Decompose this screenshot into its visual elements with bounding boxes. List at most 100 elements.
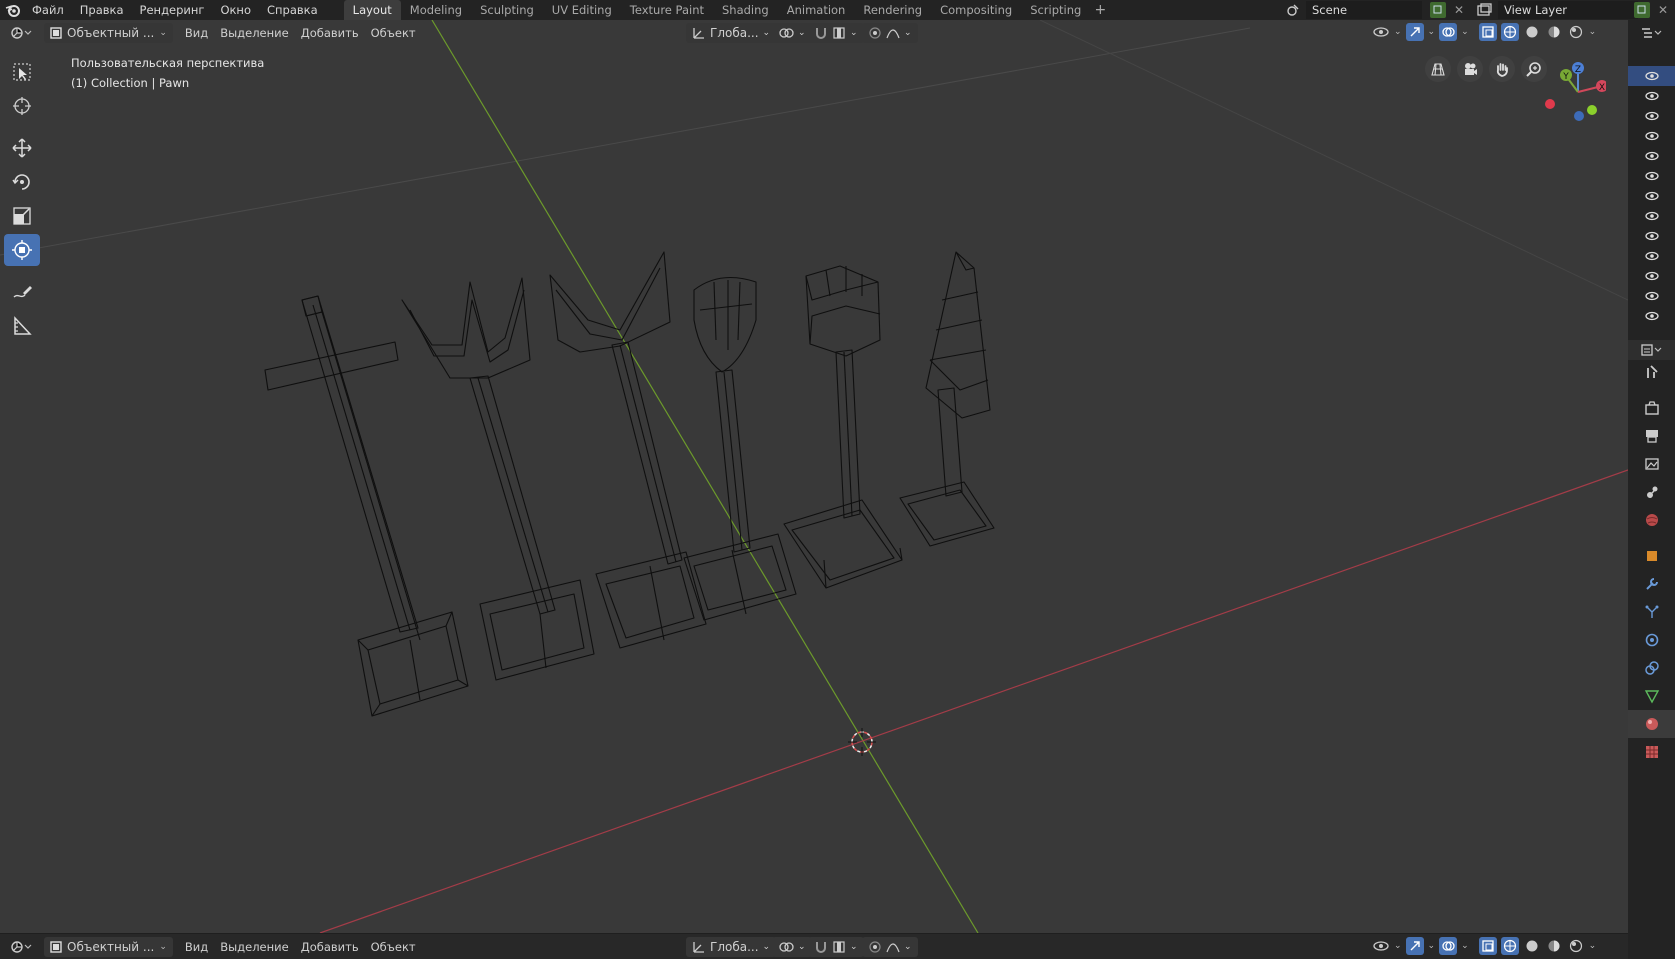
pivot-selector[interactable]: ⌄ (772, 937, 812, 957)
output-properties-tab[interactable] (1628, 422, 1675, 450)
menu-window[interactable]: Окно (212, 0, 259, 20)
proportional-edit-toggle[interactable]: ⌄ (862, 23, 918, 43)
constraint-properties-tab[interactable] (1628, 654, 1675, 682)
orientation-selector[interactable]: Глоба... ⌄ (686, 937, 777, 957)
menu-help[interactable]: Справка (259, 0, 326, 20)
mode-selector[interactable]: Объектный ... ⌄ (44, 23, 173, 43)
visibility-filter-icon[interactable] (1372, 23, 1390, 41)
blender-logo-icon[interactable] (2, 0, 24, 20)
solid-shading-icon[interactable] (1523, 937, 1541, 955)
delete-view-layer-icon[interactable]: ✕ (1654, 1, 1672, 19)
overlays-toggle-icon[interactable] (1439, 937, 1458, 955)
snap-toggle[interactable]: ⌄ (808, 937, 864, 957)
visibility-filter-icon[interactable] (1372, 937, 1390, 955)
xray-toggle-icon[interactable] (1478, 937, 1497, 955)
tab-scripting[interactable]: Scripting (1021, 0, 1090, 20)
orientation-selector[interactable]: Глоба... ⌄ (686, 23, 777, 43)
menu-render[interactable]: Рендеринг (132, 0, 213, 20)
scene-properties-tab[interactable] (1628, 478, 1675, 506)
modifier-properties-tab[interactable] (1628, 570, 1675, 598)
snap-toggle[interactable]: ⌄ (808, 23, 864, 43)
tab-rendering[interactable]: Rendering (854, 0, 931, 20)
rotate-tool[interactable] (4, 166, 40, 198)
menu-add[interactable]: Добавить (295, 23, 365, 43)
view-layer-properties-tab[interactable] (1628, 450, 1675, 478)
viewport-canvas[interactable] (0, 20, 1628, 933)
menu-edit[interactable]: Правка (72, 0, 132, 20)
tab-uv-editing[interactable]: UV Editing (543, 0, 621, 20)
gizmo-toggle-icon[interactable] (1405, 23, 1424, 41)
particle-properties-tab[interactable] (1628, 598, 1675, 626)
outliner-editor-button[interactable] (1636, 22, 1668, 44)
new-scene-icon[interactable] (1430, 2, 1446, 18)
annotate-tool[interactable] (4, 276, 40, 308)
tab-compositing[interactable]: Compositing (931, 0, 1021, 20)
view-layer-selector[interactable]: View Layer ✕ (1474, 0, 1674, 20)
add-workspace-button[interactable]: + (1090, 0, 1110, 20)
menu-object[interactable]: Объект (365, 23, 422, 43)
tab-modeling[interactable]: Modeling (401, 0, 471, 20)
visibility-eye-icon[interactable] (1628, 106, 1675, 126)
scale-tool[interactable] (4, 200, 40, 232)
visibility-eye-icon[interactable] (1628, 246, 1675, 266)
data-properties-tab[interactable] (1628, 682, 1675, 710)
visibility-eye-icon[interactable] (1628, 66, 1675, 86)
transform-tool[interactable] (4, 234, 40, 266)
tab-shading[interactable]: Shading (713, 0, 778, 20)
toggle-perspective-button[interactable] (1425, 56, 1451, 82)
texture-properties-tab[interactable] (1628, 738, 1675, 766)
material-shading-icon[interactable] (1545, 23, 1563, 41)
visibility-eye-icon[interactable] (1628, 186, 1675, 206)
new-view-layer-icon[interactable] (1634, 2, 1650, 18)
mode-selector[interactable]: Объектный ... ⌄ (44, 936, 173, 957)
pan-view-button[interactable] (1489, 56, 1515, 82)
xray-toggle-icon[interactable] (1478, 23, 1497, 41)
menu-object[interactable]: Объект (365, 937, 422, 957)
visibility-eye-icon[interactable] (1628, 146, 1675, 166)
object-properties-tab[interactable] (1628, 542, 1675, 570)
scene-name[interactable]: Scene (1306, 1, 1422, 19)
render-properties-tab[interactable] (1628, 394, 1675, 422)
editor-type-button[interactable] (4, 23, 38, 43)
measure-tool[interactable] (4, 310, 40, 342)
menu-select[interactable]: Выделение (214, 23, 295, 43)
menu-add[interactable]: Добавить (295, 937, 365, 957)
visibility-eye-icon[interactable] (1628, 266, 1675, 286)
material-shading-icon[interactable] (1545, 937, 1563, 955)
properties-editor-button[interactable] (1628, 340, 1675, 360)
cursor-tool[interactable] (4, 90, 40, 122)
3d-viewport[interactable]: Пользовательская перспектива (1) Collect… (0, 20, 1628, 933)
tab-texture-paint[interactable]: Texture Paint (621, 0, 713, 20)
pivot-selector[interactable]: ⌄ (772, 23, 812, 43)
menu-view[interactable]: Вид (179, 937, 214, 957)
editor-type-button[interactable] (4, 937, 38, 957)
camera-view-button[interactable] (1457, 56, 1483, 82)
rendered-shading-icon[interactable] (1567, 23, 1585, 41)
delete-scene-icon[interactable]: ✕ (1450, 1, 1468, 19)
rendered-shading-icon[interactable] (1567, 937, 1585, 955)
proportional-edit-toggle[interactable]: ⌄ (862, 937, 918, 957)
material-properties-tab[interactable] (1628, 710, 1675, 738)
visibility-eye-icon[interactable] (1628, 126, 1675, 146)
tab-animation[interactable]: Animation (778, 0, 855, 20)
menu-view[interactable]: Вид (179, 23, 214, 43)
move-tool[interactable] (4, 132, 40, 164)
menu-select[interactable]: Выделение (214, 937, 295, 957)
overlays-toggle-icon[interactable] (1439, 23, 1458, 41)
navigation-gizmo[interactable]: Z Y X (1536, 58, 1608, 128)
menu-file[interactable]: Файл (24, 0, 72, 20)
select-box-tool[interactable] (4, 56, 40, 88)
visibility-eye-icon[interactable] (1628, 226, 1675, 246)
solid-shading-icon[interactable] (1523, 23, 1541, 41)
visibility-eye-icon[interactable] (1628, 166, 1675, 186)
visibility-eye-icon[interactable] (1628, 306, 1675, 326)
visibility-eye-icon[interactable] (1628, 286, 1675, 306)
wireframe-shading-icon[interactable] (1500, 23, 1519, 41)
scene-selector[interactable]: Scene ✕ (1282, 0, 1464, 20)
wireframe-shading-icon[interactable] (1500, 937, 1519, 955)
gizmo-toggle-icon[interactable] (1405, 937, 1424, 955)
world-properties-tab[interactable] (1628, 506, 1675, 534)
physics-properties-tab[interactable] (1628, 626, 1675, 654)
tab-layout[interactable]: Layout (343, 0, 401, 20)
tool-properties-tab[interactable] (1628, 358, 1675, 386)
